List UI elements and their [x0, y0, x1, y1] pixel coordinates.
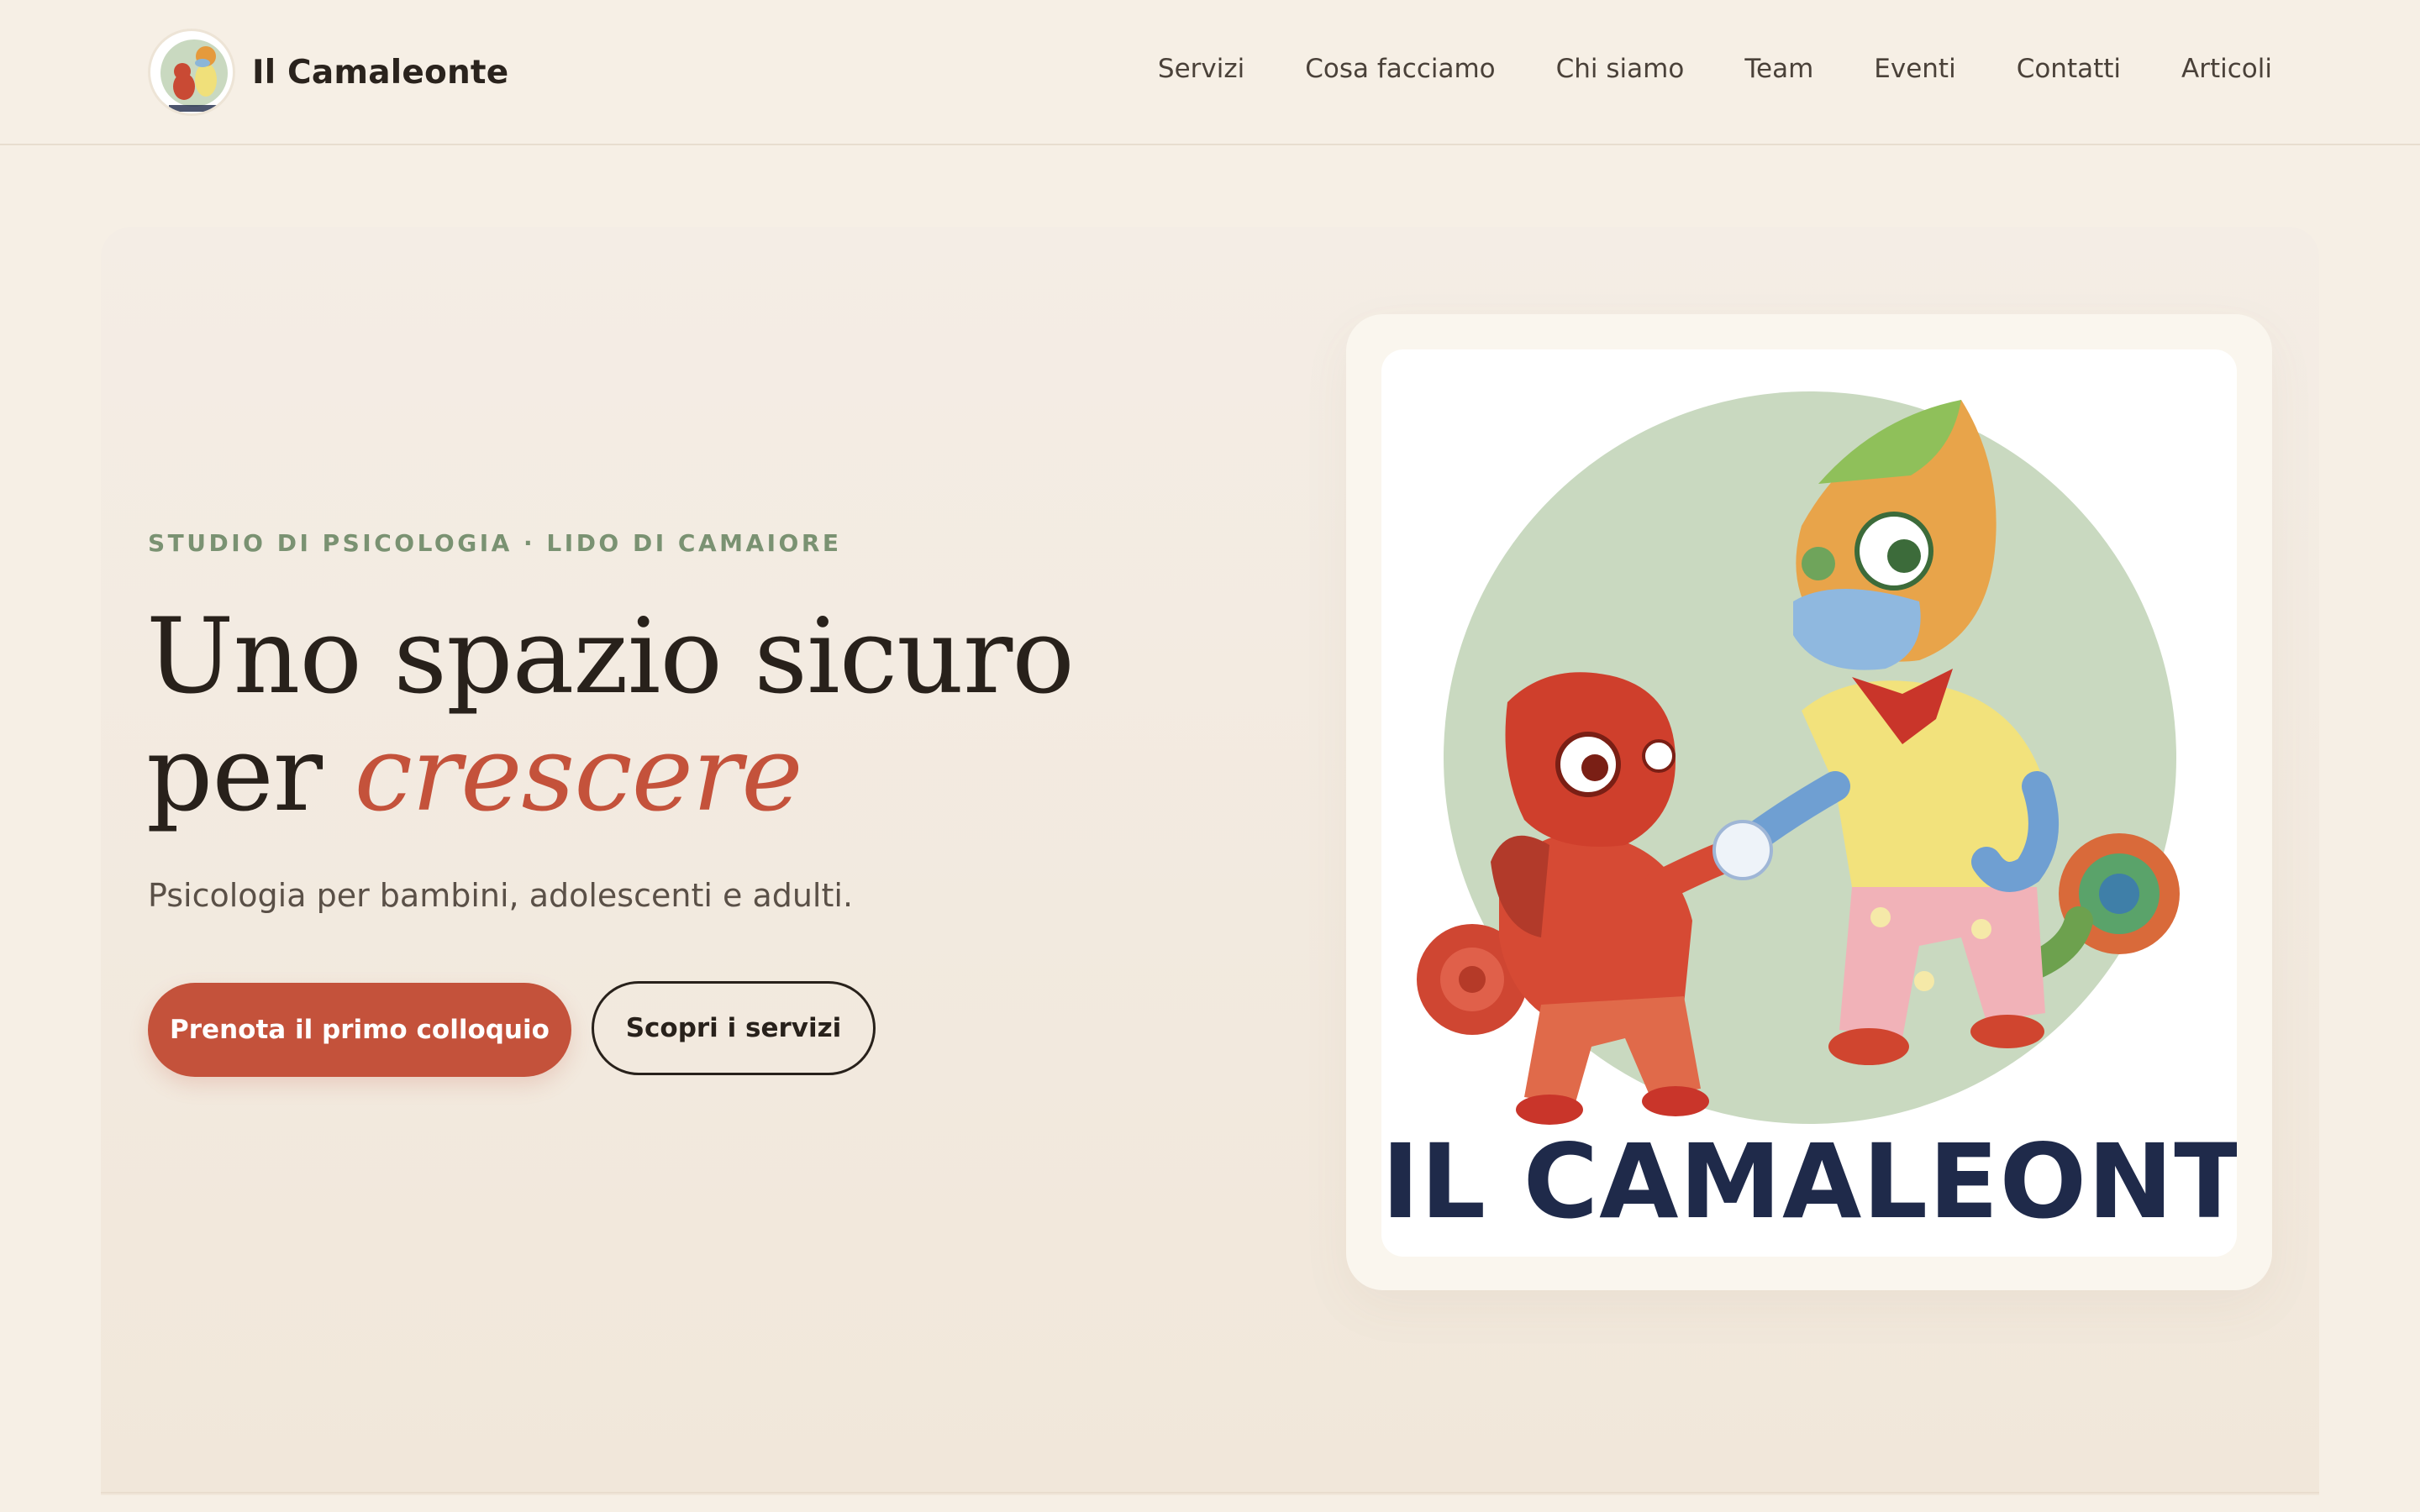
book-first-session-button[interactable]: Prenota il primo colloquio [148, 983, 571, 1077]
chameleons-illustration-icon [1417, 391, 2180, 1125]
headline-line-2-prefix: per [146, 714, 355, 835]
hero-illustration: IL CAMALEONTE [1381, 349, 2237, 1257]
site-header: Il Camaleonte Servizi Cosa facciamo Chi … [0, 0, 2420, 145]
brand-home-link[interactable]: Il Camaleonte [148, 29, 508, 116]
illustration-logo-text: IL CAMALEONTE [1381, 1122, 2237, 1242]
section-divider [101, 1492, 2319, 1494]
nav-link-articoli[interactable]: Articoli [2181, 49, 2272, 89]
headline-accent-word: crescere [354, 714, 802, 835]
nav-link-eventi[interactable]: Eventi [1874, 49, 1955, 89]
brand-logo-image [148, 29, 235, 116]
brand-name: Il Camaleonte [252, 53, 509, 92]
main-nav: Servizi Cosa facciamo Chi siamo Team Eve… [1158, 49, 2272, 89]
headline-line-1: Uno spazio sicuro [146, 596, 1075, 717]
hero-headline: Uno spazio sicuro per crescere [146, 598, 1239, 833]
discover-services-button[interactable]: Scopri i servizi [592, 981, 876, 1075]
nav-link-contatti[interactable]: Contatti [2017, 49, 2121, 89]
hero-subtitle: Psicologia per bambini, adolescenti e ad… [148, 877, 854, 914]
nav-link-chi-siamo[interactable]: Chi siamo [1556, 49, 1685, 89]
hero-eyebrow: STUDIO DI PSICOLOGIA · LIDO DI CAMAIORE [148, 529, 842, 557]
chameleon-logo-icon [160, 39, 228, 112]
nav-link-team[interactable]: Team [1744, 49, 1813, 89]
hero-illustration-card: IL CAMALEONTE [1346, 314, 2272, 1290]
nav-link-servizi[interactable]: Servizi [1158, 49, 1244, 89]
nav-link-cosa-facciamo[interactable]: Cosa facciamo [1305, 49, 1495, 89]
